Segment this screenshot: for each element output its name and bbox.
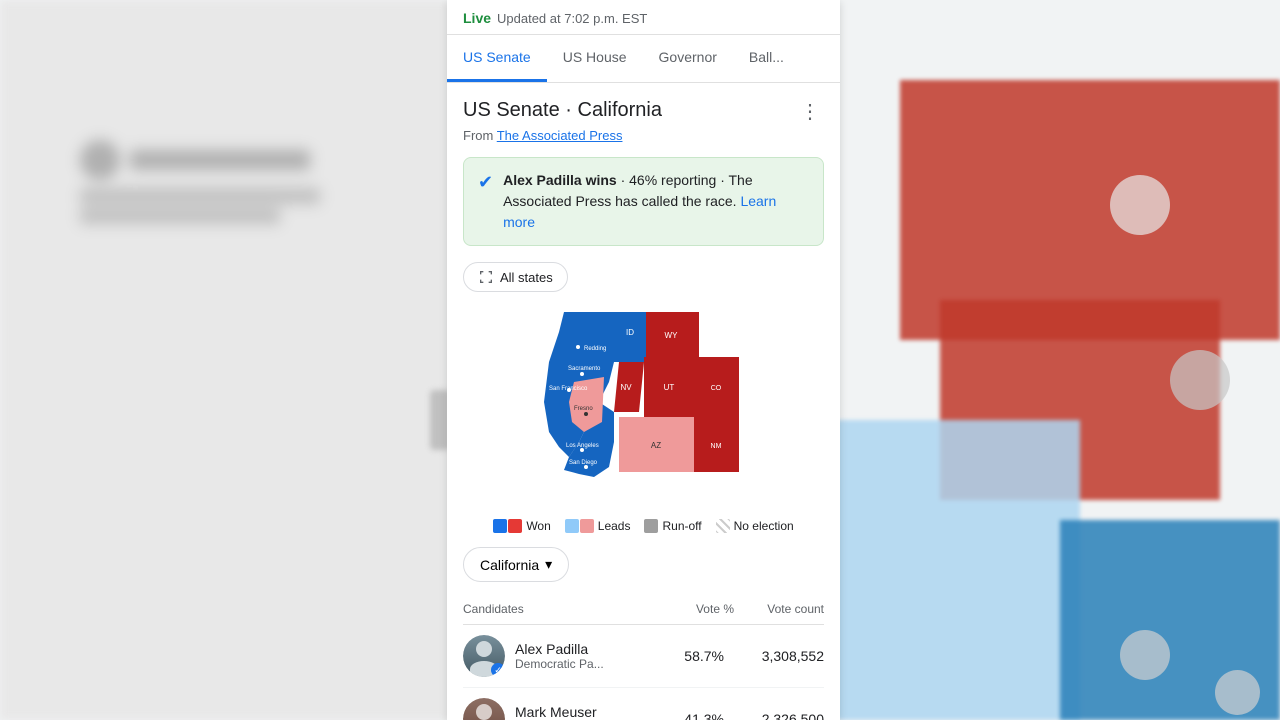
us-map-svg: WY ID NV UT CO AZ xyxy=(514,302,774,502)
header-vote-pct: Vote % xyxy=(654,602,734,616)
tabs: US Senate US House Governor Ball... xyxy=(447,35,840,83)
live-bar: Live Updated at 7:02 p.m. EST xyxy=(447,0,840,35)
legend-no-election-label: No election xyxy=(734,519,794,533)
candidates-table-header: Candidates Vote % Vote count xyxy=(463,598,824,625)
more-options-button[interactable]: ⋮ xyxy=(796,99,824,124)
source-link[interactable]: The Associated Press xyxy=(497,128,623,143)
candidate-avatar-padilla: ✓ xyxy=(463,635,505,677)
state-selector[interactable]: California ▾ xyxy=(463,547,569,582)
header-candidates: Candidates xyxy=(463,602,654,616)
bg-right-panel xyxy=(830,0,1280,720)
candidate-name-padilla: Alex Padilla xyxy=(515,641,644,657)
legend-won-dem-dot xyxy=(493,519,507,533)
candidate-name-meuser: Mark Meuser xyxy=(515,704,644,720)
legend-no-election: No election xyxy=(716,519,794,533)
redding-dot xyxy=(576,345,580,349)
legend-runoff: Run-off xyxy=(644,519,701,533)
main-card: Live Updated at 7:02 p.m. EST US Senate … xyxy=(447,0,840,720)
idaho-label: ID xyxy=(626,328,634,337)
all-states-button[interactable]: All states xyxy=(463,262,568,292)
winner-name: Alex Padilla wins xyxy=(503,172,617,188)
tab-senate[interactable]: US Senate xyxy=(447,35,547,82)
race-title: US Senate · California xyxy=(463,99,662,122)
legend-won-rep-dot xyxy=(508,519,522,533)
nevada-label: NV xyxy=(620,383,632,392)
expand-icon xyxy=(478,269,494,285)
newmexico-label: NM xyxy=(710,443,721,450)
legend-leads-label: Leads xyxy=(598,519,631,533)
content-area: US Senate · California ⋮ From The Associ… xyxy=(447,83,840,720)
bg-icon-top xyxy=(1110,175,1170,235)
tab-ballot[interactable]: Ball... xyxy=(733,35,800,82)
arizona-label: AZ xyxy=(650,441,660,450)
winner-check-icon: ✔ xyxy=(478,172,493,193)
candidate-party-padilla: Democratic Pa... xyxy=(515,657,644,671)
candidate-pct-padilla: 58.7% xyxy=(654,648,724,664)
dropdown-chevron-icon: ▾ xyxy=(545,556,552,573)
map-container: WY ID NV UT CO AZ xyxy=(463,302,824,507)
bg-icon-bottom xyxy=(1120,630,1170,680)
updated-text: Updated at 7:02 p.m. EST xyxy=(497,11,647,26)
candidate-row: ✓ Alex Padilla Democratic Pa... 58.7% 3,… xyxy=(463,625,824,688)
fresno-dot xyxy=(584,412,588,416)
race-header: US Senate · California ⋮ xyxy=(463,99,824,124)
legend-runoff-dot xyxy=(644,519,658,533)
sd-label: San Diego xyxy=(569,460,598,466)
bg-icon-bottomright xyxy=(1215,670,1260,715)
legend-leads-rep-dot xyxy=(580,519,594,533)
candidate-info-meuser: Mark Meuser Republican Party xyxy=(515,704,644,720)
candidate-count-meuser: 2,326,500 xyxy=(734,711,824,720)
fresno-label: Fresno xyxy=(574,406,593,412)
candidate-pct-meuser: 41.3% xyxy=(654,711,724,720)
sf-label: San Francisco xyxy=(549,386,588,392)
candidate-avatar-meuser xyxy=(463,698,505,720)
legend-won: Won xyxy=(493,519,550,533)
legend-leads: Leads xyxy=(565,519,631,533)
legend-won-label: Won xyxy=(526,519,550,533)
sacramento-label: Sacramento xyxy=(568,366,601,372)
sacramento-dot xyxy=(580,372,584,376)
legend-runoff-label: Run-off xyxy=(662,519,701,533)
tab-house[interactable]: US House xyxy=(547,35,643,82)
state-selector-value: California xyxy=(480,557,539,573)
legend-no-election-dot xyxy=(716,519,730,533)
header-vote-count: Vote count xyxy=(734,602,824,616)
utah-label: UT xyxy=(663,383,674,392)
bg-icon-mid xyxy=(1170,350,1230,410)
colorado-label: CO xyxy=(710,385,721,392)
candidate-info-padilla: Alex Padilla Democratic Pa... xyxy=(515,641,644,671)
bg-left-panel xyxy=(0,0,450,720)
redding-label: Redding xyxy=(584,346,606,352)
winner-text: Alex Padilla wins · 46% reporting · The … xyxy=(503,170,809,233)
bg-lightblue-block xyxy=(830,420,1080,720)
winner-banner: ✔ Alex Padilla wins · 46% reporting · Th… xyxy=(463,157,824,246)
candidate-row: Mark Meuser Republican Party 41.3% 2,326… xyxy=(463,688,824,720)
race-source: From The Associated Press xyxy=(463,128,824,143)
bg-left-content xyxy=(80,140,380,228)
la-label: Los Angeles xyxy=(566,443,599,449)
tab-governor[interactable]: Governor xyxy=(643,35,733,82)
legend-leads-dem-dot xyxy=(565,519,579,533)
wyoming-label: WY xyxy=(664,331,678,340)
live-label: Live xyxy=(463,10,491,26)
candidate-count-padilla: 3,308,552 xyxy=(734,648,824,664)
idaho-state xyxy=(614,312,646,362)
map-section: All states WY ID NV UT xyxy=(463,262,824,507)
legend: Won Leads Run-off No election xyxy=(463,519,824,533)
winner-check-badge: ✓ xyxy=(491,663,505,677)
